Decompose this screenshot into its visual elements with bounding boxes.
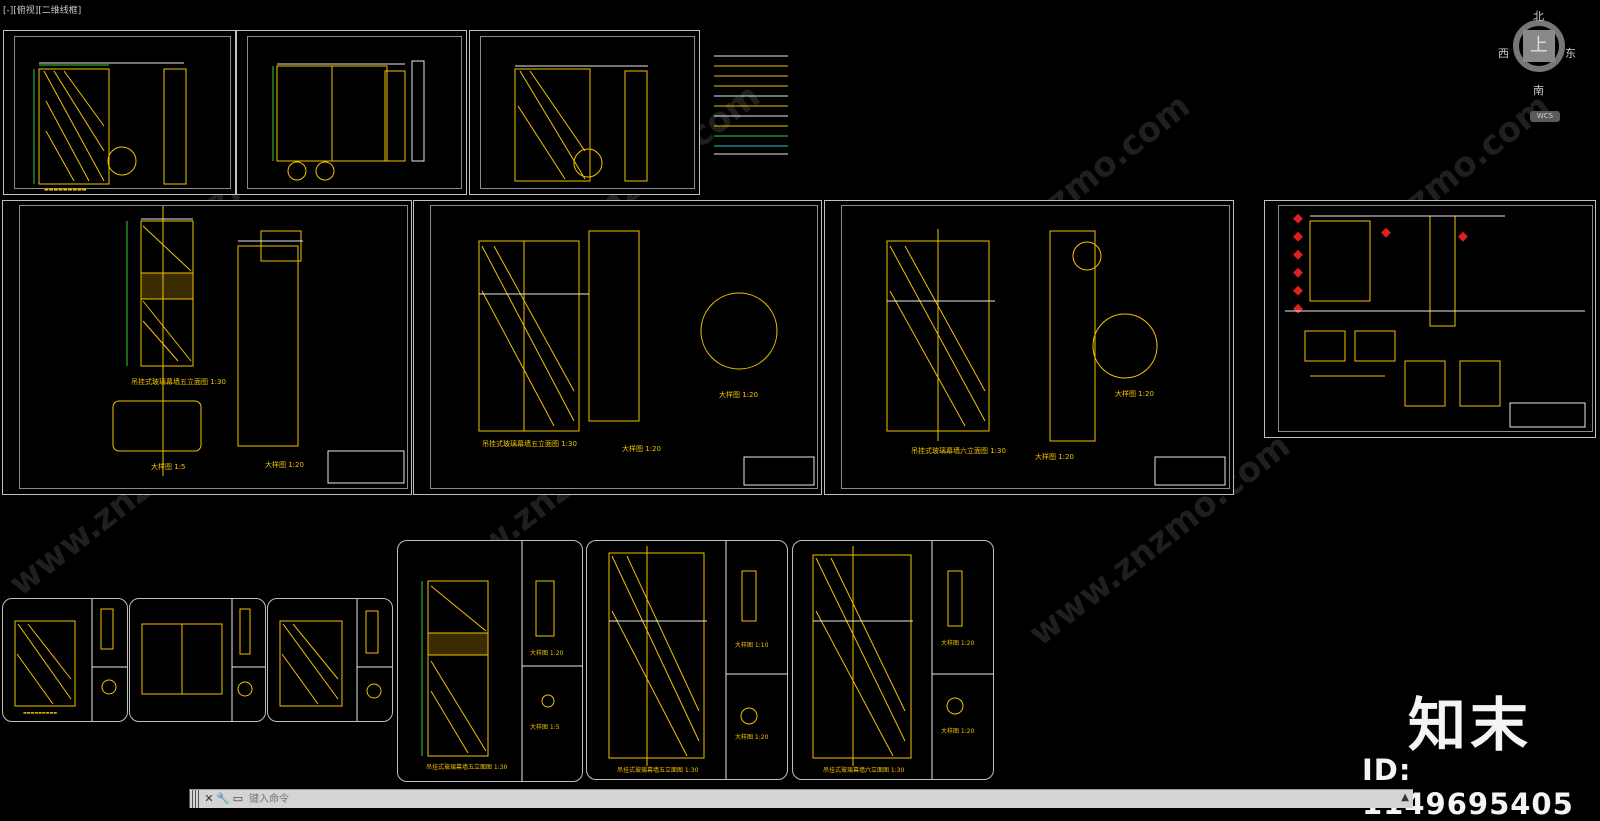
- title-b4-d2: 大样图 1:5: [530, 723, 560, 731]
- svg-text:▬▬▬▬▬▬▬▬▬: ▬▬▬▬▬▬▬▬▬: [23, 710, 57, 715]
- drawing-sheet-13[interactable]: 吊挂式玻璃幕墙六立面图 1:30 大样图 1:20 大样图 1:20: [792, 540, 994, 780]
- title-s4-detail1: 大样图 1:20: [265, 460, 304, 469]
- sheet-8-drawing: ▬▬▬▬▬▬▬▬▬: [14, 599, 127, 721]
- title-b6: 吊挂式玻璃幕墙六立面图 1:30: [823, 766, 905, 774]
- compass-south[interactable]: 南: [1533, 82, 1544, 98]
- sheet-3-drawing: [514, 65, 648, 182]
- drawing-sheet-2[interactable]: [236, 30, 467, 195]
- view-cube-top-face[interactable]: 上: [1523, 30, 1555, 62]
- title-s6-detail2: 大样图 1:20: [1115, 389, 1154, 398]
- title-b5-d1: 大样图 1:10: [735, 641, 769, 649]
- sheet-7-drawing: [1285, 213, 1586, 428]
- title-s5-detail2: 大样图 1:20: [719, 390, 758, 399]
- wcs-menu-button[interactable]: WCS: [1530, 111, 1560, 122]
- drawing-sheet-11[interactable]: 吊挂式玻璃幕墙五立面图 1:30 大样图 1:20 大样图 1:5: [397, 540, 583, 782]
- recent-commands-icon[interactable]: ▭: [231, 792, 245, 806]
- wrench-icon[interactable]: 🔧: [216, 792, 230, 806]
- drawing-sheet-3[interactable]: [469, 30, 700, 195]
- sheet-9-drawing: [141, 599, 265, 721]
- title-b5: 吊挂式玻璃幕墙五立面图 1:30: [617, 766, 699, 774]
- sheet-12-drawing: 吊挂式玻璃幕墙五立面图 1:30 大样图 1:10 大样图 1:20: [608, 541, 787, 779]
- drawing-sheet-10[interactable]: [267, 598, 393, 722]
- sheet-13-drawing: 吊挂式玻璃幕墙六立面图 1:30 大样图 1:20 大样图 1:20: [812, 541, 993, 779]
- title-b4-d1: 大样图 1:20: [530, 649, 564, 657]
- command-line-bar: ✕ 🔧 ▭ ▲: [189, 789, 1413, 808]
- watermark-id: ID: 1149695405: [1362, 753, 1574, 821]
- drawing-sheet-7[interactable]: [1264, 200, 1596, 438]
- title-s5-detail1: 大样图 1:20: [622, 444, 661, 453]
- sheet-11-drawing: 吊挂式玻璃幕墙五立面图 1:30 大样图 1:20 大样图 1:5: [421, 541, 582, 781]
- drawing-sheet-9[interactable]: [129, 598, 266, 722]
- close-icon[interactable]: ✕: [202, 792, 216, 806]
- view-cube[interactable]: 上 北 南 东 西: [1498, 8, 1576, 100]
- title-b6-d2: 大样图 1:20: [941, 727, 975, 735]
- compass-east[interactable]: 东: [1565, 45, 1576, 61]
- command-expand-icon[interactable]: ▲: [1401, 792, 1409, 803]
- sheet-5-drawing: 吊挂式玻璃幕墙五立面图 1:30 大样图 1:20 大样图 1:20: [478, 230, 815, 486]
- title-s6-detail1: 大样图 1:20: [1035, 452, 1074, 461]
- command-line-grip[interactable]: [189, 790, 199, 808]
- title-s4-left: 吊挂式玻璃幕墙五立面图 1:30: [131, 377, 226, 386]
- sheet-10-drawing: [279, 599, 392, 721]
- layer-legend: [714, 55, 788, 155]
- drawing-sheet-5[interactable]: 吊挂式玻璃幕墙五立面图 1:30 大样图 1:20 大样图 1:20: [413, 200, 822, 495]
- title-b4: 吊挂式玻璃幕墙五立面图 1:30: [426, 763, 508, 771]
- drawing-sheet-4[interactable]: 吊挂式玻璃幕墙五立面图 1:30 大样图 1:20 大样图 1:5: [2, 200, 412, 495]
- command-input[interactable]: [249, 791, 1349, 807]
- title-s6-left: 吊挂式玻璃幕墙六立面图 1:30: [911, 446, 1006, 455]
- drawing-sheet-12[interactable]: 吊挂式玻璃幕墙五立面图 1:30 大样图 1:10 大样图 1:20: [586, 540, 788, 780]
- svg-text:▬▬▬▬▬▬▬▬▬: ▬▬▬▬▬▬▬▬▬: [44, 187, 87, 193]
- compass-west[interactable]: 西: [1498, 45, 1509, 61]
- title-s5-left: 吊挂式玻璃幕墙五立面图 1:30: [482, 439, 577, 448]
- drawing-sheet-1[interactable]: ▬▬▬▬▬▬▬▬▬: [3, 30, 236, 195]
- sheet-2-drawing: [272, 60, 425, 181]
- drawing-sheet-8[interactable]: ▬▬▬▬▬▬▬▬▬: [2, 598, 128, 722]
- compass-north[interactable]: 北: [1533, 8, 1544, 24]
- sheet-6-drawing: 吊挂式玻璃幕墙六立面图 1:30 大样图 1:20 大样图 1:20: [886, 229, 1226, 486]
- title-b5-d2: 大样图 1:20: [735, 733, 769, 741]
- sheet-1-drawing: ▬▬▬▬▬▬▬▬▬: [33, 62, 187, 193]
- drawing-sheet-6[interactable]: 吊挂式玻璃幕墙六立面图 1:30 大样图 1:20 大样图 1:20: [824, 200, 1234, 495]
- sheet-4-drawing: 吊挂式玻璃幕墙五立面图 1:30 大样图 1:20 大样图 1:5: [112, 206, 405, 484]
- viewport-controls-label[interactable]: [-][俯视][二维线框]: [3, 3, 81, 16]
- watermark-logo: 知末: [1408, 691, 1533, 759]
- title-b6-d1: 大样图 1:20: [941, 639, 975, 647]
- title-s4-detail2: 大样图 1:5: [151, 462, 186, 471]
